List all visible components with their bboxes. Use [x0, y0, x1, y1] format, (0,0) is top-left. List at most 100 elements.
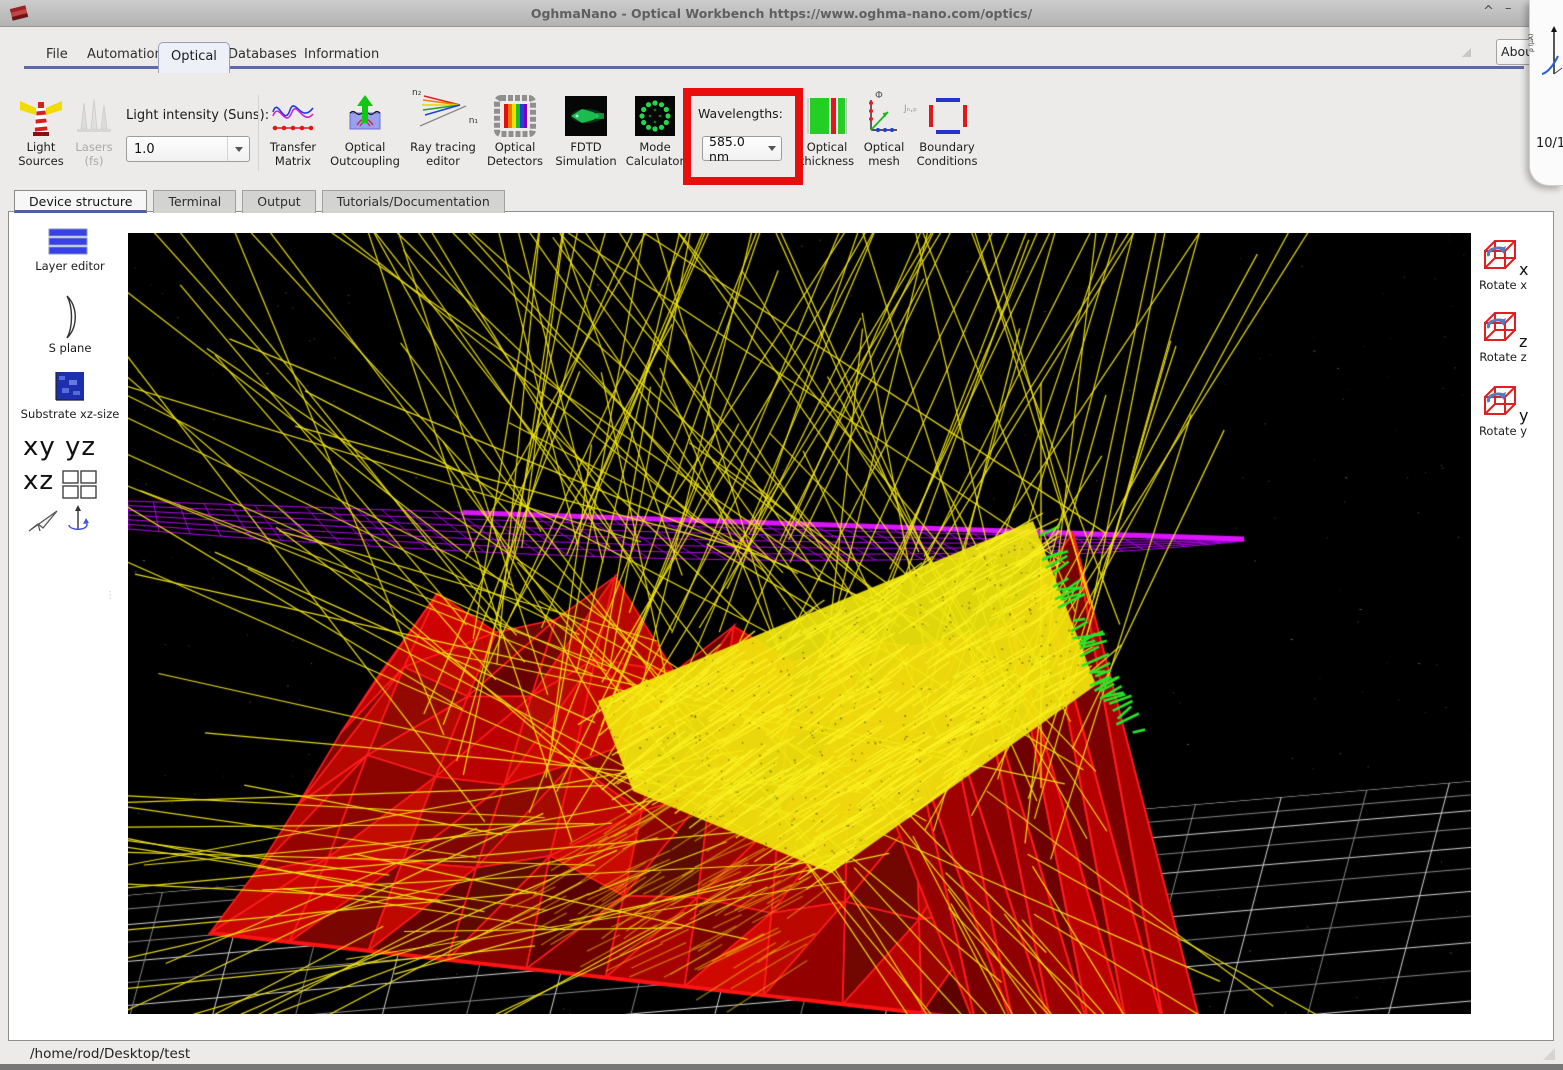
light-intensity-label: Light intensity (Suns): [126, 108, 269, 123]
xy-yz-view-button[interactable]: xy yz [23, 432, 96, 462]
menu-automation[interactable]: Automation [87, 47, 163, 62]
wavelengths-dropdown-button[interactable] [763, 137, 781, 160]
transfer-matrix-label: Transfer Matrix [261, 141, 325, 168]
mini-plot-icon [1534, 24, 1563, 80]
dropdown-arrow-icon [235, 147, 243, 152]
transfer-matrix-icon [261, 92, 325, 140]
xz-view-button[interactable]: xz [23, 466, 54, 496]
orbit-camera-button[interactable] [65, 504, 91, 534]
substrate-icon [49, 370, 87, 406]
wavelengths-combobox[interactable]: 585.0 nm [702, 136, 782, 161]
menu-file[interactable]: File [46, 47, 68, 62]
menu-underline [24, 66, 1524, 69]
optical-detectors-label: Optical Detectors [482, 141, 548, 168]
popup-axis-label: ρ (µA) [1528, 34, 1535, 52]
rotate-y-axis-letter: y [1519, 406, 1528, 425]
substrate-xz-button[interactable] [49, 370, 87, 406]
optical-mesh-button[interactable]: Φ Jₙ,ₚ Optical mesh [855, 92, 913, 168]
layer-editor-button[interactable] [47, 228, 89, 256]
paper-plane-icon [27, 508, 59, 534]
optical-mesh-label: Optical mesh [855, 141, 913, 168]
optical-mesh-icon: Φ Jₙ,ₚ [855, 92, 913, 140]
four-pane-view-button[interactable] [61, 469, 99, 501]
rotate-y-label: Rotate y [1465, 424, 1541, 438]
optical-outcoupling-icon [327, 92, 403, 140]
tab-output[interactable]: Output [242, 190, 315, 213]
rotate-z-axis-letter: z [1519, 332, 1527, 351]
s-plane-label: S plane [15, 342, 125, 356]
layer-editor-label: Layer editor [15, 260, 125, 274]
light-sources-label: Light Sources [10, 141, 72, 168]
lighthouse-icon [10, 92, 72, 140]
application-window: OghmaNano - Optical Workbench https://ww… [0, 0, 1563, 1070]
pane-grip-icon [1462, 48, 1471, 57]
title-bar[interactable]: OghmaNano - Optical Workbench https://ww… [0, 0, 1563, 27]
rotate-axis-icon [65, 504, 91, 534]
window-shade-button[interactable]: ^ [1483, 4, 1494, 19]
window-resize-grip[interactable] [1543, 1048, 1555, 1060]
ray-tracing-icon: n₂ n₁ [406, 92, 480, 140]
optical-detectors-button[interactable]: Optical Detectors [482, 92, 548, 168]
window-bottom-edge [0, 1064, 1563, 1070]
rotate-z-label: Rotate z [1465, 350, 1541, 364]
optical-thickness-icon [794, 92, 860, 140]
mode-calculator-label: Mode Calculator [620, 141, 690, 168]
wavelengths-label: Wavelengths: [698, 106, 783, 121]
light-intensity-value: 1.0 [127, 142, 227, 157]
light-sources-button[interactable]: Light Sources [10, 92, 72, 168]
menu-optical[interactable]: Optical [158, 42, 230, 73]
boundary-conditions-button[interactable]: Boundary Conditions [911, 92, 983, 168]
pane-drag-handle[interactable]: ⋮ [105, 594, 115, 598]
n1-label: n₁ [469, 116, 478, 126]
transfer-matrix-button[interactable]: Transfer Matrix [261, 92, 325, 168]
wavelengths-value: 585.0 nm [703, 134, 763, 164]
rotate-x-label: Rotate x [1465, 278, 1541, 292]
rotate-z-button[interactable]: z [1479, 310, 1525, 350]
boundary-conditions-label: Boundary Conditions [911, 141, 983, 168]
toolbar-separator [258, 95, 259, 171]
ray-tracing-label: Ray tracing editor [406, 141, 480, 168]
lasers-icon [66, 92, 122, 140]
tab-device-structure[interactable]: Device structure [14, 190, 147, 213]
status-path: /home/rod/Desktop/test [30, 1046, 190, 1062]
phi-label: Φ [875, 90, 883, 101]
menu-databases[interactable]: Databases [228, 47, 297, 62]
optical-thickness-label: Optical thickness [794, 141, 860, 168]
fdtd-simulation-button[interactable]: FDTD Simulation [549, 92, 623, 168]
n2-label: n₂ [412, 88, 421, 98]
fdtd-label: FDTD Simulation [549, 141, 623, 168]
menu-information[interactable]: Information [304, 47, 379, 62]
lasers-label: Lasers (fs) [66, 141, 122, 168]
fly-camera-button[interactable] [27, 508, 59, 534]
device-structure-panel: Layer editor S plane Substrate xz-size x… [8, 211, 1554, 1041]
spectrum-popup-window[interactable]: ρ (µA) 10/1 [1529, 0, 1563, 186]
light-intensity-dropdown-button[interactable] [227, 137, 249, 161]
device-3d-view[interactable] [128, 233, 1471, 1014]
mode-calculator-icon [620, 92, 690, 140]
optical-outcoupling-label: Optical Outcoupling [327, 141, 403, 168]
workspace-tabs: Device structure Terminal Output Tutoria… [14, 190, 505, 213]
optical-thickness-button[interactable]: Optical thickness [794, 92, 860, 168]
boundary-conditions-icon [911, 92, 983, 140]
window-title: OghmaNano - Optical Workbench https://ww… [0, 6, 1563, 21]
lasers-button: Lasers (fs) [66, 92, 122, 168]
fdtd-icon [549, 92, 623, 140]
s-plane-icon [53, 294, 85, 340]
dropdown-arrow-icon [768, 146, 776, 151]
rotate-y-button[interactable]: y [1479, 384, 1525, 424]
optical-outcoupling-button[interactable]: Optical Outcoupling [327, 92, 403, 168]
four-pane-grid-icon [61, 469, 99, 501]
tab-tutorials[interactable]: Tutorials/Documentation [322, 190, 505, 213]
rotate-x-axis-letter: x [1519, 260, 1528, 279]
ray-tracing-editor-button[interactable]: n₂ n₁ Ray tracing editor [406, 92, 480, 168]
layers-icon [47, 228, 89, 256]
rotate-x-button[interactable]: x [1479, 238, 1525, 278]
s-plane-button[interactable] [53, 294, 85, 340]
popup-page-text: 10/1 [1536, 136, 1563, 151]
substrate-label: Substrate xz-size [15, 408, 125, 422]
mode-calculator-button[interactable]: Mode Calculator [620, 92, 690, 168]
tab-terminal[interactable]: Terminal [153, 190, 236, 213]
optical-detectors-icon [482, 92, 548, 140]
window-minimize-button[interactable]: – [1505, 1, 1512, 16]
light-intensity-combobox[interactable]: 1.0 [126, 136, 250, 162]
